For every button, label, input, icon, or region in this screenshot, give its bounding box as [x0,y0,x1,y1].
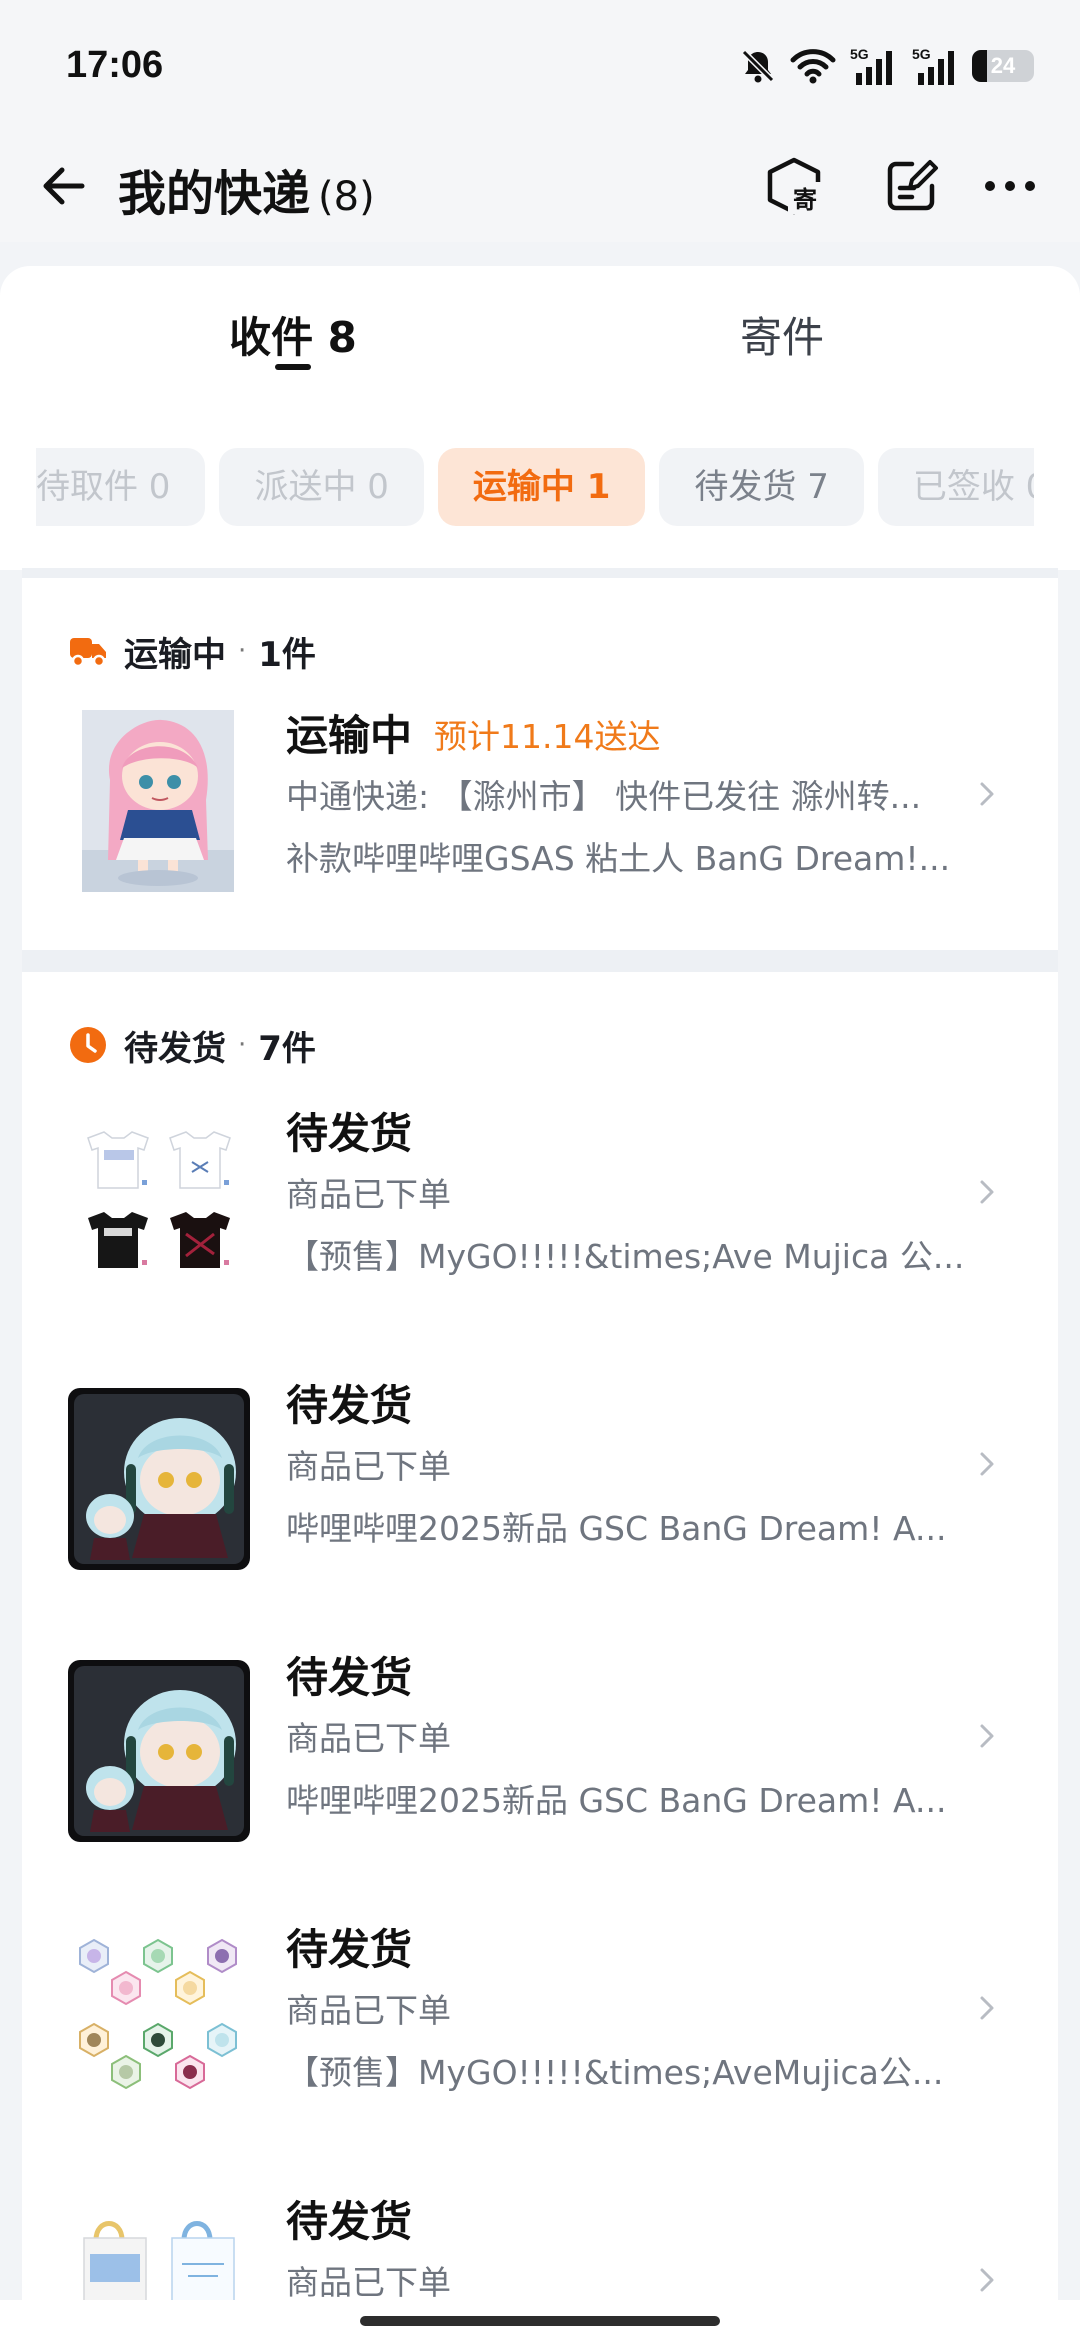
package-status: 待发货 [286,1653,413,1702]
page-title-text: 我的快递 [118,166,311,222]
signal-5g-icon: 5G [912,46,954,85]
section-title: 运输中 [124,634,226,675]
filter-chip-in-transit[interactable]: 运输中 1 [437,448,646,526]
order-status: 商品已下单 [286,2263,451,2302]
filter-chip-pickup[interactable]: 待取件 0 [36,448,206,526]
package-item[interactable]: 运输中 预计11.14送达 中通快递: 【滁州市】 快件已发往 滁州转... 补… [22,688,1058,948]
status-filter-bar: 待取件 0 派送中 0 运输中 1 待发货 7 已签收 0 [0,396,1080,570]
section-count: 7件 [258,1028,316,1069]
package-item[interactable]: 待发货 商品已下单 【预售】MyGO!!!!!&times;Ave Mujica… [22,1086,1058,1346]
divider [22,568,1058,578]
section-title: 待发货 [124,1028,226,1069]
app-header: 我的快递 (8) 寄 [0,130,1080,242]
battery-icon: 24 [972,50,1034,82]
chevron-right-icon [972,1172,1002,1212]
product-thumbnail [68,1388,250,1570]
tab-active-indicator [275,364,311,370]
svg-text:5G: 5G [912,46,931,62]
product-name: 哔哩哔哩2025新品 GSC BanG Dream! A... [286,1781,947,1820]
package-item[interactable]: 待发货 商品已下单 哔哩哔哩2025新品 GSC BanG Dream! A..… [22,1358,1058,1618]
product-name: 补款哔哩哔哩GSAS 粘土人 BanG Dream!... [286,839,951,878]
edit-note-icon [887,160,938,211]
separator-dot: · [238,1030,247,1060]
package-item[interactable]: 待发货 商品已下单 [22,2174,1058,2302]
product-thumbnail [68,2204,250,2302]
truck-icon [68,631,108,671]
package-status: 待发货 [286,1109,413,1158]
order-status: 商品已下单 [286,1991,451,2030]
tab-receive[interactable]: 收件 8 [143,304,443,365]
status-time: 17:06 [66,44,164,86]
product-name: 【预售】MyGO!!!!!&times;Ave Mujica 公... [286,1237,965,1276]
order-status: 商品已下单 [286,1447,451,1486]
product-thumbnail [68,1660,250,1842]
product-name: 哔哩哔哩2025新品 GSC BanG Dream! A... [286,1509,947,1548]
main-tabs: 收件 8 寄件 [0,266,1080,396]
wifi-icon [790,49,836,84]
section-header: 待发货 · 7件 [68,1020,316,1070]
section-divider [22,950,1058,972]
signal-5g-icon: 5G [850,46,892,85]
send-package-button[interactable]: 寄 [756,148,832,224]
clock-icon [68,1025,108,1065]
send-package-icon: 寄 [767,157,822,215]
svg-text:5G: 5G [850,46,869,62]
status-icons: 5G 5G 24 [738,44,1034,88]
home-indicator[interactable] [360,2316,720,2326]
chevron-right-icon [972,774,1002,814]
package-item[interactable]: 待发货 商品已下单 哔哩哔哩2025新品 GSC BanG Dream! A..… [22,1630,1058,1890]
more-icon [985,181,1035,191]
package-status: 待发货 [286,1381,413,1430]
package-status: 运输中 [286,711,413,760]
product-thumbnail [68,1932,250,2114]
chevron-right-icon [972,2260,1002,2300]
edit-button[interactable] [874,148,950,224]
status-bar: 17:06 5G 5G 24 [0,0,1080,130]
package-status: 待发货 [286,2197,413,2246]
back-button[interactable] [28,150,100,222]
package-item[interactable]: 待发货 商品已下单 【预售】MyGO!!!!!&times;AveMujica公… [22,1902,1058,2162]
page-title-count: (8) [318,174,375,220]
filter-chips: 待取件 0 派送中 0 运输中 1 待发货 7 已签收 0 [36,448,1034,526]
page-title: 我的快递 (8) [118,154,375,224]
section-header: 运输中 · 1件 [68,626,316,676]
svg-text:寄: 寄 [793,186,817,214]
product-thumbnail [68,1116,250,1298]
package-status: 待发货 [286,1925,413,1974]
section-in-transit: 运输中 · 1件 运输中 预计11.14送达 中通快递: 【滁州市】 快件已发往… [22,578,1058,950]
arrow-left-icon [43,167,85,205]
product-name: 【预售】MyGO!!!!!&times;AveMujica公... [286,2053,944,2092]
tab-send[interactable]: 寄件 [632,304,932,365]
battery-level: 24 [990,53,1016,78]
section-count: 1件 [258,634,316,675]
chevron-right-icon [972,1716,1002,1756]
filter-chip-signed[interactable]: 已签收 0 [877,448,1034,526]
tracking-info: 中通快递: 【滁州市】 快件已发往 滁州转... [286,777,922,816]
more-button[interactable] [972,148,1048,224]
filter-chip-delivering[interactable]: 派送中 0 [219,448,424,526]
filter-chip-awaiting-shipment[interactable]: 待发货 7 [659,448,864,526]
order-status: 商品已下单 [286,1175,451,1214]
package-eta: 预计11.14送达 [434,717,661,756]
separator-dot: · [238,636,247,666]
chevron-right-icon [972,1444,1002,1484]
product-thumbnail [82,710,234,892]
section-awaiting-shipment: 待发货 · 7件 待发货 商品已下单 【预售】MyGO!!!!!&times;A… [22,972,1058,2302]
bell-muted-icon [741,49,775,83]
order-status: 商品已下单 [286,1719,451,1758]
chevron-right-icon [972,1988,1002,2028]
